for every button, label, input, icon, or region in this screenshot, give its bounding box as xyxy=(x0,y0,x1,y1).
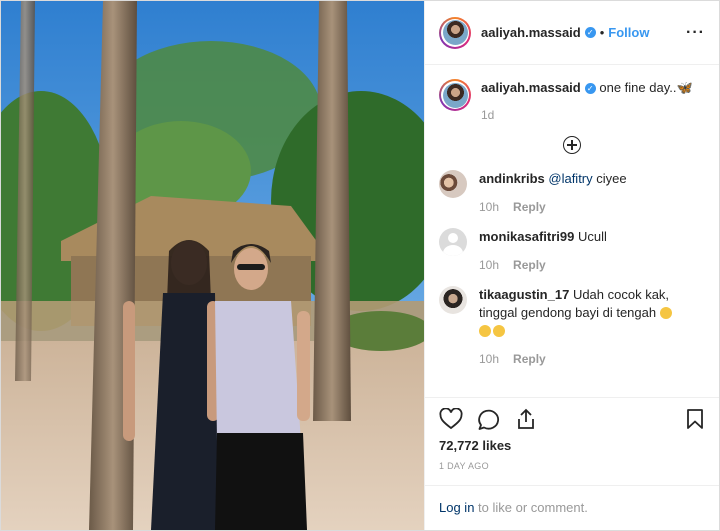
separator-dot: • xyxy=(599,25,605,40)
login-prompt: Log in to like or comment. xyxy=(425,485,719,529)
verified-badge-icon: ✓ xyxy=(584,27,596,38)
comment-text: Ucull xyxy=(574,229,607,244)
post-actions: 72,772 likes 1 DAY AGO xyxy=(425,397,719,471)
comment-text: ciyee xyxy=(592,171,627,186)
plus-circle-icon xyxy=(563,136,581,154)
commenter-avatar-placeholder[interactable] xyxy=(439,228,467,256)
caption-age[interactable]: 1d xyxy=(481,106,693,124)
commenter-username[interactable]: monikasafitri99 xyxy=(479,229,574,244)
follow-button[interactable]: Follow xyxy=(608,25,649,40)
commenter-avatar[interactable] xyxy=(439,170,467,198)
reply-button[interactable]: Reply xyxy=(513,200,546,214)
grinning-emoji-icon xyxy=(659,307,672,319)
post-header: aaliyah.massaid ✓ • Follow ··· xyxy=(425,1,719,65)
caption-text: one fine day..🦋 xyxy=(599,80,693,95)
commenter-username[interactable]: andinkribs xyxy=(479,171,545,186)
heart-icon[interactable] xyxy=(439,408,463,430)
share-icon[interactable] xyxy=(515,408,537,430)
login-prompt-text: to like or comment. xyxy=(474,500,588,515)
load-more-comments-button[interactable] xyxy=(425,136,719,154)
login-link[interactable]: Log in xyxy=(439,500,474,515)
comment-mention[interactable]: @lafitry xyxy=(548,171,592,186)
reply-button[interactable]: Reply xyxy=(513,258,546,272)
more-options-icon[interactable]: ··· xyxy=(686,24,705,42)
author-avatar[interactable] xyxy=(439,16,471,49)
post-photo[interactable] xyxy=(1,1,424,530)
post-side-panel: aaliyah.massaid ✓ • Follow ··· aaliyah.m… xyxy=(424,1,719,530)
comment-age[interactable]: 10h xyxy=(479,258,499,272)
grinning-emoji-icon xyxy=(493,325,505,337)
post-date[interactable]: 1 DAY AGO xyxy=(439,461,705,471)
comment-age[interactable]: 10h xyxy=(479,200,499,214)
beach-photo-illustration xyxy=(1,1,424,530)
grinning-emoji-icon xyxy=(479,325,491,337)
verified-badge-icon: ✓ xyxy=(584,83,596,94)
bookmark-icon[interactable] xyxy=(685,408,705,430)
comment-item: monikasafitri99 Ucull 10h Reply xyxy=(425,228,719,274)
author-username[interactable]: aaliyah.massaid xyxy=(481,25,581,40)
reply-button[interactable]: Reply xyxy=(513,352,546,366)
comment-age[interactable]: 10h xyxy=(479,352,499,366)
caption-username[interactable]: aaliyah.massaid xyxy=(481,80,581,95)
like-count[interactable]: 72,772 likes xyxy=(439,438,705,453)
post-frame: aaliyah.massaid ✓ • Follow ··· aaliyah.m… xyxy=(0,0,720,531)
post-caption: aaliyah.massaid ✓ one fine day..🦋 1d xyxy=(425,65,719,124)
caption-avatar[interactable] xyxy=(439,79,471,111)
commenter-username[interactable]: tikaagustin_17 xyxy=(479,287,569,302)
commenter-avatar[interactable] xyxy=(439,286,467,314)
comment-item: tikaagustin_17 Udah cocok kak, tinggal g… xyxy=(425,286,719,368)
comment-icon[interactable] xyxy=(477,408,501,430)
comment-item: andinkribs @lafitry ciyee 10h Reply xyxy=(425,170,719,216)
